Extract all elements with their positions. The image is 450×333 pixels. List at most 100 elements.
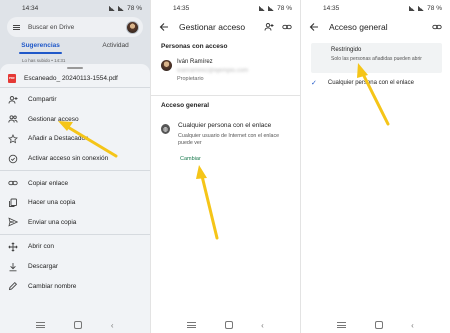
option-description: Solo las personas añadidas pueden abrir xyxy=(331,56,422,62)
person-email: ivanramirez@ejemplo.com xyxy=(177,67,249,74)
home-icon[interactable] xyxy=(374,321,383,329)
status-bar: 14:34 78 % xyxy=(0,0,150,16)
back-arrow-icon[interactable] xyxy=(159,22,169,32)
tab-activity[interactable]: Actividad xyxy=(102,42,128,56)
recents-icon[interactable] xyxy=(337,322,347,328)
menu-item[interactable]: Compartir xyxy=(0,90,150,110)
access-title: Cualquier persona con el enlace xyxy=(178,122,272,129)
option-title: Cualquier persona con el enlace xyxy=(327,80,414,86)
signal-icon xyxy=(409,5,416,11)
menu-item-label: Abrir con xyxy=(28,243,55,251)
menu-item[interactable]: Añadir a Destacados xyxy=(0,129,150,149)
link-icon xyxy=(8,178,18,188)
download-icon xyxy=(8,262,18,272)
divider xyxy=(0,87,150,88)
access-description: Cualquier usuario de Internet con el enl… xyxy=(178,133,280,146)
menu-item[interactable]: Copiar enlace xyxy=(0,173,150,193)
general-access-row[interactable]: ◍ Cualquier persona con el enlace Cualqu… xyxy=(161,122,292,147)
menu-item-label: Hacer una copia xyxy=(28,199,76,207)
link-icon[interactable] xyxy=(432,22,442,32)
tabs: Sugerencias Actividad xyxy=(0,42,150,56)
menu-icon[interactable] xyxy=(13,24,20,30)
edit-icon xyxy=(8,281,18,291)
pdf-icon: PDF xyxy=(8,73,16,83)
option-anyone-with-link[interactable]: ✓ Cualquier persona con el enlace xyxy=(311,77,442,89)
people-section-label: Personas con acceso xyxy=(161,43,228,50)
menu-item-label: Descargar xyxy=(28,263,58,271)
menu-item[interactable]: Enviar una copia xyxy=(0,213,150,233)
option-title: Restringido xyxy=(331,47,362,53)
tab-suggestions[interactable]: Sugerencias xyxy=(19,42,62,56)
signal-icon xyxy=(418,5,425,11)
general-section-label: Acceso general xyxy=(161,102,210,109)
manage-access-panel: 14:35 78 % Gestionar acceso Personas con… xyxy=(150,0,300,333)
page-title: Gestionar acceso xyxy=(179,22,246,32)
avatar[interactable] xyxy=(126,20,139,34)
back-icon[interactable]: ‹ xyxy=(261,321,264,330)
battery-level: 78 % xyxy=(277,4,292,12)
signal-icon xyxy=(118,5,125,11)
send-icon xyxy=(8,217,18,227)
drive-panel: 14:34 78 % Buscar en Drive Sugerencias A… xyxy=(0,0,150,333)
link-icon[interactable] xyxy=(282,22,292,32)
home-icon[interactable] xyxy=(74,321,83,329)
search-placeholder: Buscar en Drive xyxy=(28,23,75,31)
file-header: PDF Escaneado_ 20240113-1554.pdf xyxy=(0,69,150,87)
star-icon xyxy=(8,134,18,144)
general-access-panel: 14:35 78 % Acceso general Restringido So… xyxy=(300,0,450,333)
app-bar: Gestionar acceso xyxy=(151,17,300,37)
menu-item-label: Añadir a Destacados xyxy=(28,135,89,143)
menu-item-label: Compartir xyxy=(28,96,57,104)
back-arrow-icon[interactable] xyxy=(309,22,319,32)
person-role: Propietario xyxy=(177,76,204,82)
menu-item[interactable]: Hacer una copia xyxy=(0,193,150,213)
system-nav-bar: ‹ xyxy=(151,317,300,333)
option-restricted[interactable]: Restringido Solo las personas añadidas p… xyxy=(311,43,442,73)
signal-icon xyxy=(259,5,266,11)
back-icon[interactable]: ‹ xyxy=(111,321,114,330)
menu-item[interactable]: Descargar xyxy=(0,257,150,277)
system-nav-bar: ‹ xyxy=(0,317,150,333)
app-bar: Acceso general xyxy=(301,17,450,37)
person-add-icon xyxy=(8,95,18,105)
divider xyxy=(151,95,300,96)
menu-item[interactable]: Abrir con xyxy=(0,237,150,257)
search-bar[interactable]: Buscar en Drive xyxy=(7,17,143,37)
copy-icon xyxy=(8,198,18,208)
bottom-sheet: PDF Escaneado_ 20240113-1554.pdf Compart… xyxy=(0,64,150,333)
faded-subtitle: Lo has subido • 14:31 xyxy=(22,58,66,63)
battery-level: 78 % xyxy=(127,4,142,12)
signal-icon xyxy=(268,5,275,11)
recents-icon[interactable] xyxy=(187,322,197,328)
signal-icon xyxy=(109,5,116,11)
status-time: 14:34 xyxy=(22,4,39,12)
battery-level: 78 % xyxy=(427,4,442,12)
menu-item-label: Copiar enlace xyxy=(28,179,69,187)
change-link[interactable]: Cambiar xyxy=(180,156,201,162)
menu-item-label: Activar acceso sin conexión xyxy=(28,155,109,163)
open-with-icon xyxy=(8,242,18,252)
page-title: Acceso general xyxy=(329,22,388,32)
back-icon[interactable]: ‹ xyxy=(411,321,414,330)
avatar xyxy=(161,60,172,71)
menu-item-label: Cambiar nombre xyxy=(28,282,77,290)
offline-icon xyxy=(8,154,18,164)
person-row[interactable]: Iván Ramírez ivanramirez@ejemplo.com Pro… xyxy=(161,58,292,84)
menu-item[interactable]: Activar acceso sin conexión xyxy=(0,149,150,169)
check-icon: ✓ xyxy=(311,80,317,87)
menu-item-label: Enviar una copia xyxy=(28,218,77,226)
menu-item-label: Gestionar acceso xyxy=(28,115,79,123)
status-time: 14:35 xyxy=(173,4,190,12)
menu-item[interactable]: Cambiar nombre xyxy=(0,276,150,296)
recents-icon[interactable] xyxy=(36,322,46,328)
status-time: 14:35 xyxy=(323,4,340,12)
menu-item[interactable]: Gestionar acceso xyxy=(0,110,150,130)
system-nav-bar: ‹ xyxy=(301,317,450,333)
home-icon[interactable] xyxy=(224,321,233,329)
status-bar: 14:35 78 % xyxy=(151,0,300,16)
globe-icon: ◍ xyxy=(161,124,171,134)
person-name: Iván Ramírez xyxy=(177,59,213,65)
status-bar: 14:35 78 % xyxy=(301,0,450,16)
file-name: Escaneado_ 20240113-1554.pdf xyxy=(24,74,118,82)
person-add-icon[interactable] xyxy=(264,22,274,32)
